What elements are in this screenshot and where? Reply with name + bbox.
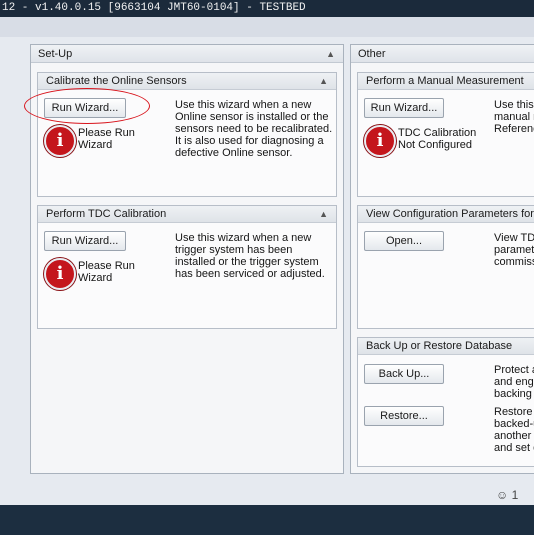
warning-line: Wizard [78, 139, 113, 151]
desc-line: and engi [494, 376, 534, 388]
manual-warning: TDC Calibration Not Configured [398, 127, 476, 151]
warning-exclamation-icon: i [44, 258, 76, 290]
setup-group: Set-Up ▲ Calibrate the Online Sensors ▲ … [30, 44, 344, 474]
backup-restore-header[interactable]: Back Up or Restore Database [358, 338, 534, 355]
calibrate-sensors-title: Calibrate the Online Sensors [46, 75, 187, 87]
warning-line: Not Configured [398, 139, 472, 151]
view-config-panel: View Configuration Parameters for Open..… [357, 205, 534, 329]
desc-line: Use this wizard when a new [175, 232, 312, 244]
back-up-button[interactable]: Back Up... [364, 364, 444, 384]
manual-run-wizard-button[interactable]: Run Wizard... [364, 98, 444, 118]
tdc-warning: Please Run Wizard [78, 260, 135, 284]
config-description: View TD paramet commiss [494, 232, 534, 268]
tdc-run-wizard-button[interactable]: Run Wizard... [44, 231, 126, 251]
warning-exclamation-icon: i [364, 125, 396, 157]
desc-line: Protect a [494, 364, 534, 376]
other-group: Other Perform a Manual Measurement Run W… [350, 44, 534, 474]
calibrate-sensors-panel: Calibrate the Online Sensors ▲ Run Wizar… [37, 72, 337, 197]
desc-line: It is also used for diagnosing a [175, 135, 324, 147]
toolbar-band [0, 17, 534, 37]
desc-line: another c [494, 430, 534, 442]
window-title: 12 - v1.40.0.15 [9663104 JMT60-0104] - T… [2, 2, 306, 14]
desc-line: trigger system has been [175, 244, 293, 256]
restore-description: Restore backed-u another c and set e [494, 406, 534, 454]
desc-line: and set e [494, 442, 534, 454]
wechat-watermark-icon: ☺ 1 [496, 488, 519, 502]
tdc-calibration-panel: Perform TDC Calibration ▲ Run Wizard... … [37, 205, 337, 329]
desc-line: sensors need to be recalibrated. [175, 123, 333, 135]
desc-line: manual n [494, 111, 534, 123]
other-group-title: Other [358, 48, 386, 60]
chevron-up-icon[interactable]: ▲ [319, 206, 328, 222]
other-group-header[interactable]: Other [351, 45, 534, 63]
restore-button[interactable]: Restore... [364, 406, 444, 426]
calibrate-sensors-header[interactable]: Calibrate the Online Sensors ▲ [38, 73, 336, 90]
desc-line: has been serviced or adjusted. [175, 268, 325, 280]
desc-line: Use this wizard when a new [175, 99, 312, 111]
warning-line: Please Run [78, 127, 135, 139]
desc-line: defective Online sensor. [175, 147, 293, 159]
setup-group-title: Set-Up [38, 48, 73, 60]
tdc-calibration-header[interactable]: Perform TDC Calibration ▲ [38, 206, 336, 223]
calibrate-run-wizard-button[interactable]: Run Wizard... [44, 98, 126, 118]
bottom-status-bar [0, 505, 534, 535]
chevron-up-icon[interactable]: ▲ [326, 45, 335, 63]
tdc-description: Use this wizard when a new trigger syste… [175, 232, 335, 280]
desc-line: View TD [494, 232, 534, 244]
desc-line: Restore [494, 406, 533, 418]
desc-line: Online sensor is installed or the [175, 111, 329, 123]
warning-exclamation-icon: i [44, 125, 76, 157]
tdc-calibration-title: Perform TDC Calibration [46, 208, 167, 220]
manual-measurement-panel: Perform a Manual Measurement Run Wizard.… [357, 72, 534, 197]
warning-line: TDC Calibration [398, 127, 477, 139]
warning-line: Please Run [78, 260, 135, 272]
desc-line: Referenc [494, 123, 534, 135]
manual-measurement-header[interactable]: Perform a Manual Measurement [358, 73, 534, 90]
desc-line: commiss [494, 256, 534, 268]
backup-restore-panel: Back Up or Restore Database Back Up... P… [357, 337, 534, 467]
desc-line: backing [494, 388, 532, 400]
setup-group-header[interactable]: Set-Up ▲ [31, 45, 343, 63]
open-button[interactable]: Open... [364, 231, 444, 251]
chevron-up-icon[interactable]: ▲ [319, 73, 328, 89]
calibrate-warning: Please Run Wizard [78, 127, 135, 151]
warning-line: Wizard [78, 272, 113, 284]
backup-description: Protect a and engi backing [494, 364, 534, 400]
manual-description: Use this manual n Referenc [494, 99, 534, 135]
manual-measurement-title: Perform a Manual Measurement [366, 75, 524, 87]
desc-line: backed-u [494, 418, 534, 430]
view-config-header[interactable]: View Configuration Parameters for [358, 206, 534, 223]
desc-line: Use this [494, 99, 534, 111]
window-title-bar: 12 - v1.40.0.15 [9663104 JMT60-0104] - T… [0, 0, 534, 17]
calibrate-description: Use this wizard when a new Online sensor… [175, 99, 335, 159]
desc-line: installed or the trigger system [175, 256, 319, 268]
desc-line: paramet [494, 244, 534, 256]
backup-restore-title: Back Up or Restore Database [366, 340, 513, 352]
view-config-title: View Configuration Parameters for [366, 208, 534, 220]
